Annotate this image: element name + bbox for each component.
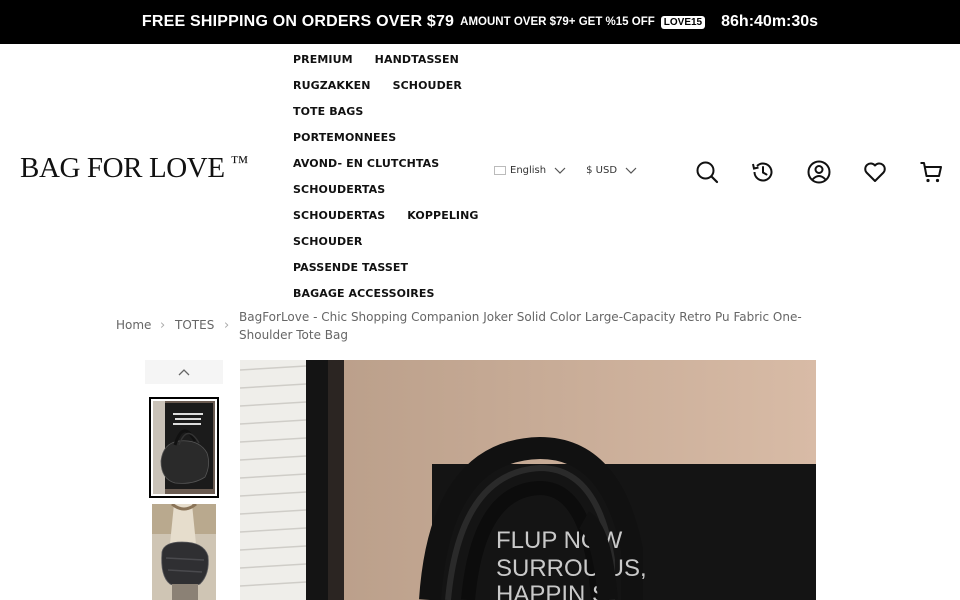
product-main-image[interactable]: FLUP NOW SURROU US, HAPPIN S [240,360,816,600]
nav-item[interactable]: SCHOUDERTAS [293,183,385,196]
countdown-timer: 86h:40m:30s [721,13,819,30]
history-icon[interactable] [750,159,776,185]
currency-label: $ USD [586,164,618,176]
nav-item[interactable]: HANDTASSEN [375,53,459,66]
thumbnail-image [152,504,216,600]
promo-bar: FREE SHIPPING ON ORDERS OVER $79 AMOUNT … [0,0,960,44]
main-navigation: PREMIUM HANDTASSEN RUGZAKKEN SCHOUDER TOTE… [293,46,501,306]
chevron-down-icon [625,167,637,174]
logo-trademark: ™ [230,152,249,172]
nav-item[interactable]: TOTE BAGS [293,105,363,118]
locale-selectors: English $ USD [494,164,657,176]
product-photo: FLUP NOW SURROU US, HAPPIN S [240,360,816,600]
nav-item[interactable]: RUGZAKKEN [293,79,371,92]
thumbnail-scroll-up-button[interactable] [145,360,223,384]
board-text-line3: HAPPIN S [496,581,608,600]
search-icon[interactable] [694,159,720,185]
breadcrumb-home[interactable]: Home [116,318,151,332]
currency-selector[interactable]: $ USD [586,164,637,176]
board-text-line2: SURROU US, [496,555,647,582]
nav-item[interactable]: PREMIUM [293,53,353,66]
nav-item[interactable]: PORTEMONNEES [293,131,396,144]
chevron-down-icon [554,167,566,174]
nav-item[interactable]: PASSENDE TASSET [293,261,408,274]
nav-item[interactable]: AVOND- EN CLUTCHTAS [293,157,439,170]
promo-main-text: FREE SHIPPING ON ORDERS OVER $79 [141,13,455,30]
site-logo[interactable]: BAG FOR LOVE ™ [20,152,248,185]
language-selector[interactable]: English [494,164,566,176]
chevron-right-icon: › [224,318,230,333]
nav-item[interactable]: SCHOUDER [393,79,462,92]
cart-icon[interactable] [918,159,944,185]
breadcrumb-category[interactable]: TOTES [175,318,214,332]
nav-item[interactable]: KOPPELING [407,209,478,222]
account-icon[interactable] [806,159,832,185]
breadcrumb-product-title: BagForLove - Chic Shopping Companion Jok… [239,310,802,342]
promo-sub-text: AMOUNT OVER $79+ GET %15 OFF [460,16,655,28]
promo-code-badge: LOVE15 [660,15,706,29]
chevron-right-icon: › [160,318,166,333]
language-label: English [510,164,547,176]
thumbnail-image [153,401,215,494]
flag-icon [494,165,506,175]
product-thumbnail-2[interactable] [152,504,216,600]
nav-item[interactable]: SCHOUDER [293,235,362,248]
chevron-up-icon [178,369,190,376]
nav-item[interactable]: BAGAGE ACCESSOIRES [293,287,435,300]
nav-item[interactable]: SCHOUDERTAS [293,209,385,222]
product-thumbnail-1[interactable] [149,397,219,498]
wishlist-heart-icon[interactable] [862,159,888,185]
logo-text: BAG FOR LOVE [20,152,225,184]
